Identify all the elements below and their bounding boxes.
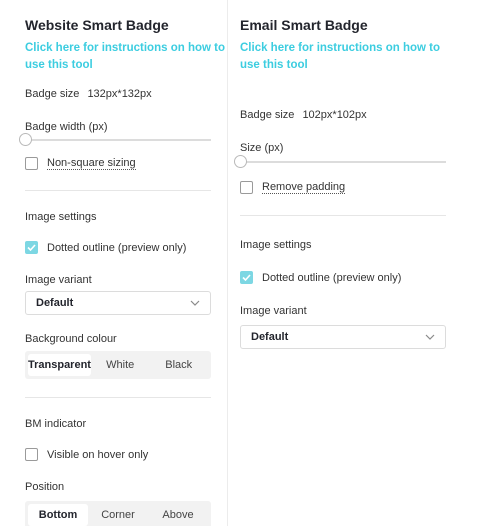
email-instructions-line1[interactable]: Click here for instructions on how to <box>240 40 440 57</box>
website-badge-size-label: Badge size <box>25 88 80 100</box>
non-square-label: Non-square sizing <box>47 157 136 170</box>
badge-width-label: Badge width (px) <box>25 121 108 133</box>
email-smart-badge-panel: Email Smart Badge Click here for instruc… <box>228 0 480 526</box>
email-instructions-link[interactable]: Click here for instructions on how to us… <box>240 40 440 74</box>
website-instructions-link[interactable]: Click here for instructions on how to us… <box>25 40 225 74</box>
website-image-variant-label: Image variant <box>25 274 92 286</box>
divider <box>240 215 446 216</box>
background-colour-label: Background colour <box>25 333 117 345</box>
email-dotted-outline-label: Dotted outline (preview only) <box>262 271 402 284</box>
position-option-corner[interactable]: Corner <box>88 504 148 526</box>
remove-padding-option[interactable]: Remove padding <box>240 181 346 194</box>
website-badge-title: Website Smart Badge <box>25 17 169 33</box>
website-dotted-outline-option[interactable]: Dotted outline (preview only) <box>25 241 186 254</box>
background-option-black[interactable]: Black <box>149 354 208 376</box>
position-label: Position <box>25 481 65 493</box>
website-image-settings-label: Image settings <box>25 211 97 223</box>
size-slider-handle[interactable] <box>234 155 247 168</box>
website-badge-size-value: 132px*132px <box>87 88 152 100</box>
check-icon <box>27 244 36 251</box>
non-square-checkbox[interactable] <box>25 157 38 170</box>
background-option-transparent[interactable]: Transparent <box>28 354 91 376</box>
check-icon <box>242 274 251 281</box>
email-image-variant-select[interactable]: Default <box>240 325 446 349</box>
background-colour-segmented: Transparent White Black <box>25 351 211 379</box>
background-option-white[interactable]: White <box>91 354 150 376</box>
visible-on-hover-label: Visible on hover only <box>47 448 149 461</box>
website-dotted-outline-label: Dotted outline (preview only) <box>47 241 187 254</box>
bm-indicator-label: BM indicator <box>25 418 87 430</box>
email-dotted-outline-option[interactable]: Dotted outline (preview only) <box>240 271 401 284</box>
size-slider-track[interactable] <box>240 161 446 163</box>
non-square-sizing-option[interactable]: Non-square sizing <box>25 157 136 170</box>
email-image-variant-value: Default <box>251 331 289 343</box>
remove-padding-label: Remove padding <box>262 181 346 194</box>
email-badge-size-label: Badge size <box>240 109 295 121</box>
email-badge-title: Email Smart Badge <box>240 17 368 33</box>
website-instructions-line2[interactable]: use this tool <box>25 57 225 74</box>
position-option-bottom[interactable]: Bottom <box>28 504 88 526</box>
chevron-down-icon <box>425 334 435 340</box>
email-instructions-line2[interactable]: use this tool <box>240 57 440 74</box>
email-badge-size-value: 102px*102px <box>302 109 367 121</box>
visible-on-hover-checkbox[interactable] <box>25 448 38 461</box>
visible-on-hover-option[interactable]: Visible on hover only <box>25 448 148 461</box>
chevron-down-icon <box>190 300 200 306</box>
position-option-above[interactable]: Above <box>148 504 208 526</box>
email-image-settings-label: Image settings <box>240 239 312 251</box>
email-dotted-outline-checkbox[interactable] <box>240 271 253 284</box>
divider <box>25 190 211 191</box>
website-image-variant-value: Default <box>36 297 74 309</box>
badge-width-slider-handle[interactable] <box>19 133 32 146</box>
website-instructions-line1[interactable]: Click here for instructions on how to <box>25 40 225 57</box>
email-image-variant-label: Image variant <box>240 305 307 317</box>
badge-width-slider-track[interactable] <box>25 139 211 141</box>
website-smart-badge-panel: Website Smart Badge Click here for instr… <box>0 0 228 526</box>
position-segmented: Bottom Corner Above <box>25 501 211 526</box>
website-dotted-outline-checkbox[interactable] <box>25 241 38 254</box>
divider <box>25 397 211 398</box>
remove-padding-checkbox[interactable] <box>240 181 253 194</box>
size-px-label: Size (px) <box>240 142 284 154</box>
website-image-variant-select[interactable]: Default <box>25 291 211 315</box>
